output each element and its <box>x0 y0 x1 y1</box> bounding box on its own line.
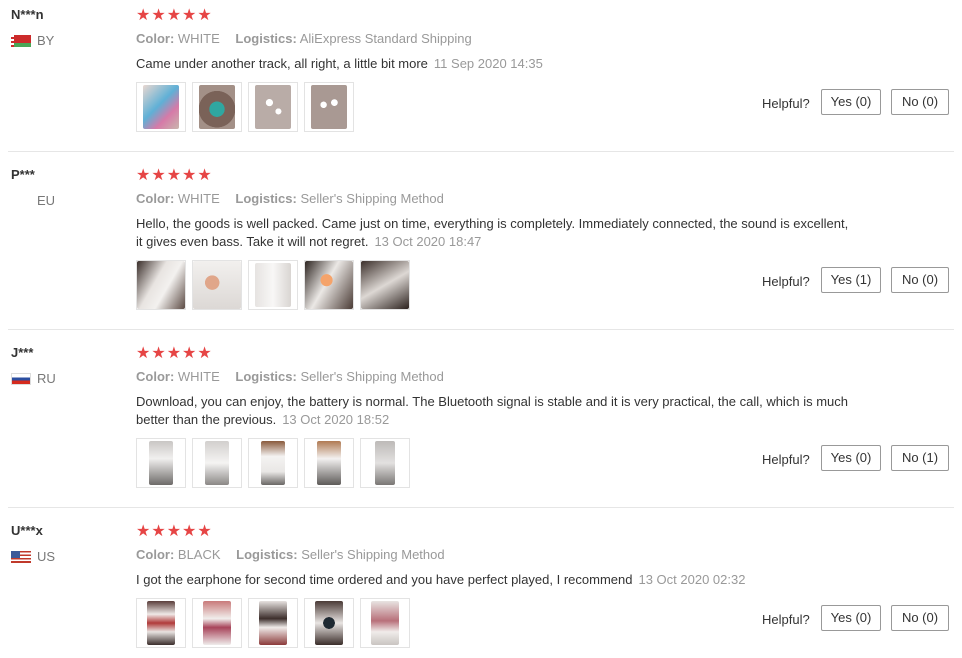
review-photo[interactable] <box>248 438 298 488</box>
review-item: N***n BY ★★★★★ Color: WHITE Logistics: A… <box>0 0 962 150</box>
star-rating: ★★★★★ <box>136 167 213 184</box>
review-meta: Color: WHITE Logistics: Seller's Shippin… <box>136 369 456 384</box>
reviewer-country: US <box>11 549 55 564</box>
star-rating: ★★★★★ <box>136 345 213 362</box>
review-photo[interactable] <box>192 260 242 310</box>
review-photos <box>136 82 354 132</box>
review-photo[interactable] <box>248 598 298 648</box>
review-photo[interactable] <box>304 438 354 488</box>
review-meta: Color: WHITE Logistics: AliExpress Stand… <box>136 31 484 46</box>
review-body: Download, you can enjoy, the battery is … <box>136 394 848 427</box>
us-flag-icon <box>11 550 31 563</box>
star-rating: ★★★★★ <box>136 7 213 24</box>
country-code: BY <box>37 33 55 48</box>
review-body: I got the earphone for second time order… <box>136 572 633 587</box>
review-text: I got the earphone for second time order… <box>136 571 856 589</box>
helpful-label: Helpful? <box>762 452 810 467</box>
review-date: 13 Oct 2020 18:47 <box>374 234 482 249</box>
review-photo[interactable] <box>360 438 410 488</box>
review-text: Came under another track, all right, a l… <box>136 55 856 73</box>
logistics-label: Logistics: <box>235 191 297 206</box>
review-divider <box>8 151 954 152</box>
review-photo[interactable] <box>248 260 298 310</box>
helpful-label: Helpful? <box>762 612 810 627</box>
review-photos <box>136 598 410 648</box>
helpful-no-button[interactable]: No (0) <box>891 605 949 631</box>
review-photo[interactable] <box>304 82 354 132</box>
helpful-label: Helpful? <box>762 96 810 111</box>
reviewer-country: EU <box>11 193 55 208</box>
reviewer-name: N***n <box>11 7 44 22</box>
review-photo[interactable] <box>304 260 354 310</box>
review-date: 11 Sep 2020 14:35 <box>433 56 543 71</box>
review-photo[interactable] <box>192 82 242 132</box>
color-label: Color: <box>136 191 175 206</box>
helpful-label: Helpful? <box>762 274 810 289</box>
belarus-flag-icon <box>11 34 31 47</box>
color-value: WHITE <box>177 31 220 46</box>
review-text: Download, you can enjoy, the battery is … <box>136 393 856 429</box>
reviewer-country: RU <box>11 371 56 386</box>
review-photo[interactable] <box>136 598 186 648</box>
reviewer-name: U***x <box>11 523 43 538</box>
logistics-value: Seller's Shipping Method <box>301 547 445 562</box>
reviewer-country: BY <box>11 33 54 48</box>
helpful-no-button[interactable]: No (0) <box>891 267 949 293</box>
star-rating: ★★★★★ <box>136 523 213 540</box>
reviewer-name: P*** <box>11 167 35 182</box>
logistics-value: Seller's Shipping Method <box>300 369 444 384</box>
logistics-label: Logistics: <box>236 547 298 562</box>
color-value: BLACK <box>177 547 221 562</box>
review-photos <box>136 438 410 488</box>
logistics-label: Logistics: <box>235 369 297 384</box>
review-photos <box>136 260 410 310</box>
review-divider <box>8 329 954 330</box>
color-label: Color: <box>136 547 175 562</box>
review-photo[interactable] <box>136 82 186 132</box>
color-label: Color: <box>136 369 175 384</box>
review-meta: Color: BLACK Logistics: Seller's Shippin… <box>136 547 457 562</box>
country-code: RU <box>37 371 56 386</box>
review-date: 13 Oct 2020 18:52 <box>282 412 390 427</box>
review-photo[interactable] <box>192 598 242 648</box>
review-photo[interactable] <box>136 260 186 310</box>
reviewer-name: J*** <box>11 345 34 360</box>
helpful-yes-button[interactable]: Yes (0) <box>821 605 881 631</box>
review-photo[interactable] <box>304 598 354 648</box>
review-photo[interactable] <box>192 438 242 488</box>
review-meta: Color: WHITE Logistics: Seller's Shippin… <box>136 191 456 206</box>
review-item: U***x US ★★★★★ Color: BLACK Logistics: S… <box>0 516 962 658</box>
review-item: J*** RU ★★★★★ Color: WHITE Logistics: Se… <box>0 338 962 506</box>
country-code: EU <box>37 193 56 208</box>
review-date: 13 Oct 2020 02:32 <box>638 572 746 587</box>
review-photo[interactable] <box>360 598 410 648</box>
color-label: Color: <box>136 31 175 46</box>
review-text: Hello, the goods is well packed. Came ju… <box>136 215 856 251</box>
logistics-label: Logistics: <box>235 31 297 46</box>
helpful-no-button[interactable]: No (1) <box>891 445 949 471</box>
logistics-value: Seller's Shipping Method <box>300 191 444 206</box>
review-item: P*** EU ★★★★★ Color: WHITE Logistics: Se… <box>0 160 962 328</box>
review-body: Hello, the goods is well packed. Came ju… <box>136 216 849 249</box>
review-body: Came under another track, all right, a l… <box>136 56 428 71</box>
review-photo[interactable] <box>360 260 410 310</box>
logistics-value: AliExpress Standard Shipping <box>299 31 472 46</box>
helpful-yes-button[interactable]: Yes (0) <box>821 89 881 115</box>
country-code: US <box>37 549 56 564</box>
review-photo[interactable] <box>248 82 298 132</box>
helpful-yes-button[interactable]: Yes (0) <box>821 445 881 471</box>
review-divider <box>8 507 954 508</box>
color-value: WHITE <box>177 369 220 384</box>
russia-flag-icon <box>11 372 31 385</box>
color-value: WHITE <box>177 191 220 206</box>
helpful-no-button[interactable]: No (0) <box>891 89 949 115</box>
helpful-yes-button[interactable]: Yes (1) <box>821 267 881 293</box>
review-photo[interactable] <box>136 438 186 488</box>
